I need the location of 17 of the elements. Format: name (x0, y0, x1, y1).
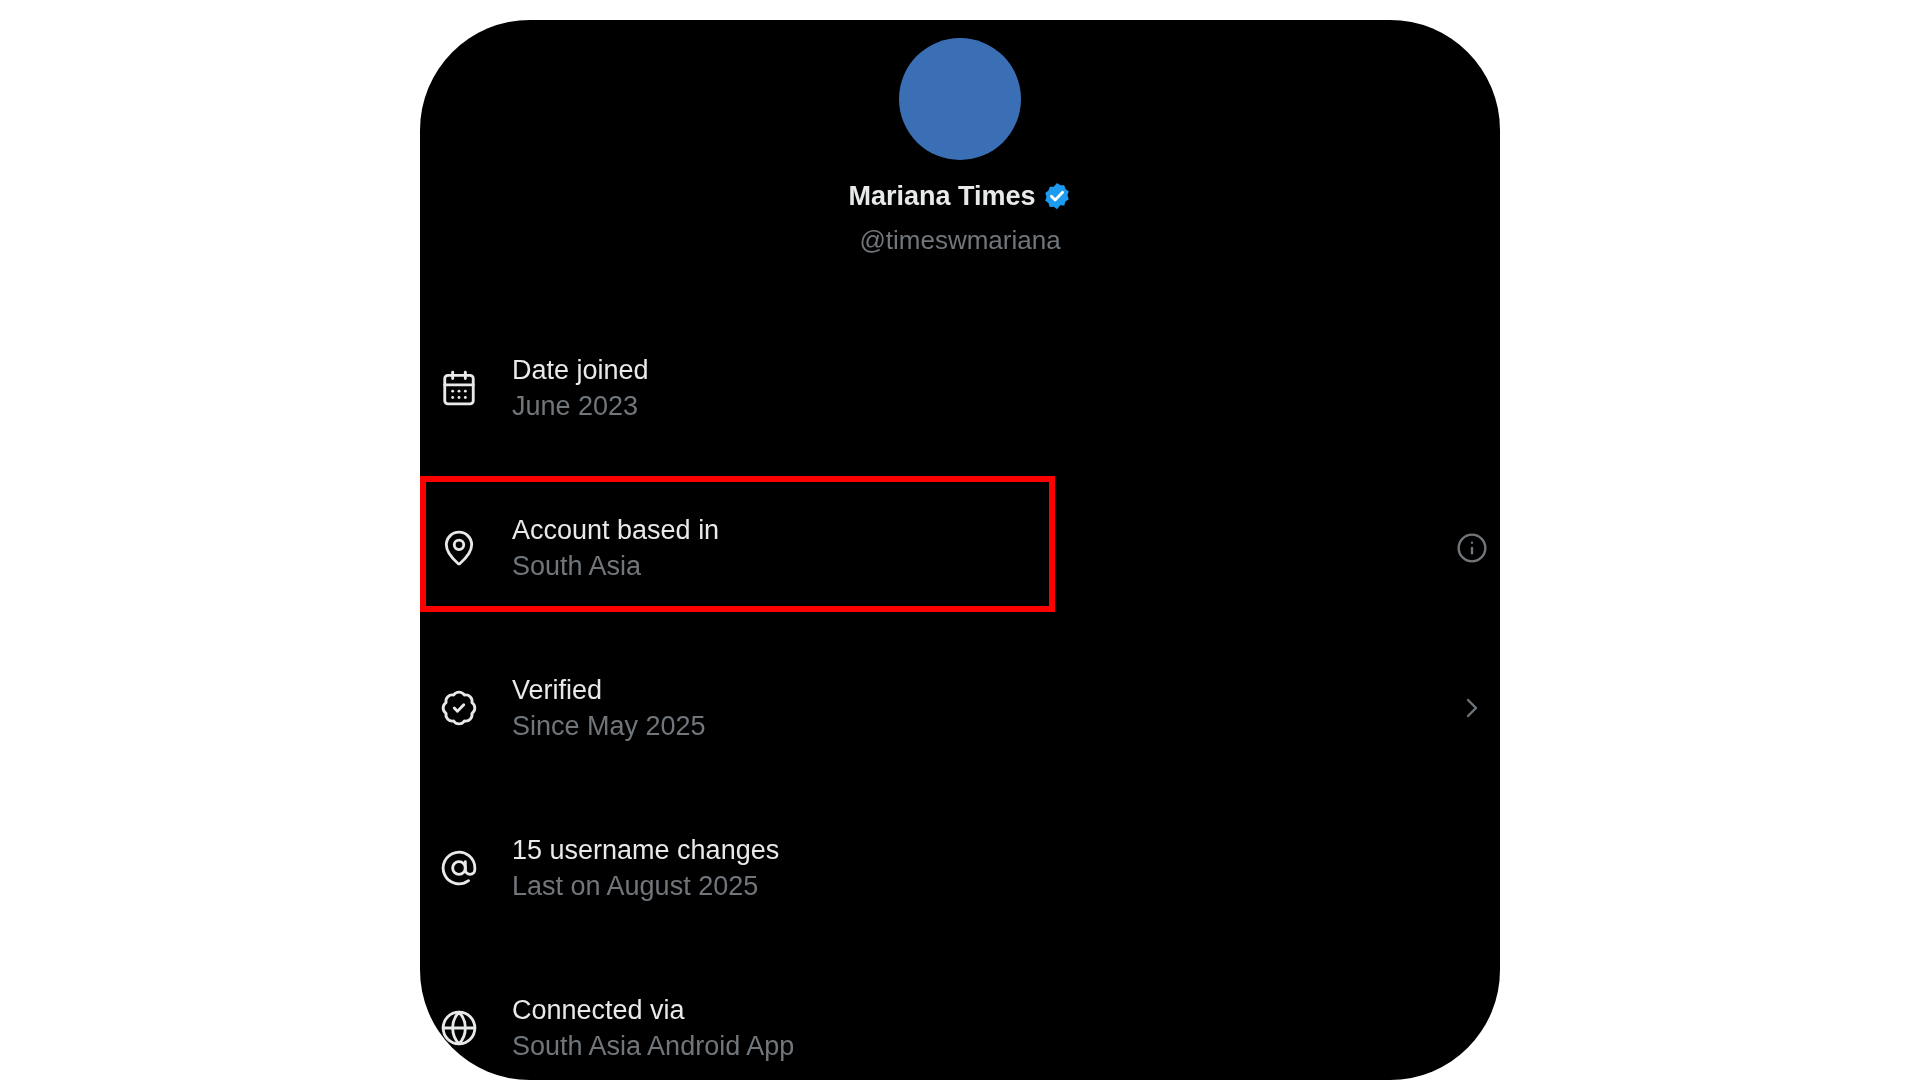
info-icon[interactable] (1456, 531, 1488, 564)
row-subtitle: June 2023 (512, 389, 640, 423)
row-subtitle: Since May 2025 (512, 709, 707, 743)
check-badge-icon (440, 688, 478, 727)
row-subtitle: South Asia (512, 549, 643, 583)
at-sign-icon (440, 848, 478, 887)
row-subtitle: South Asia Android App (512, 1029, 796, 1063)
row-title: Account based in (512, 513, 721, 547)
row-subtitle: Last on August 2025 (512, 869, 760, 903)
row-title: Verified (512, 673, 604, 707)
calendar-icon (440, 368, 478, 407)
profile-handle: @timeswmariana (859, 223, 1061, 257)
profile-name: Mariana Times (848, 180, 1036, 213)
row-title: Date joined (512, 353, 650, 387)
row-title: 15 username changes (512, 833, 781, 867)
globe-icon (440, 1008, 478, 1047)
row-title: Connected via (512, 993, 686, 1027)
